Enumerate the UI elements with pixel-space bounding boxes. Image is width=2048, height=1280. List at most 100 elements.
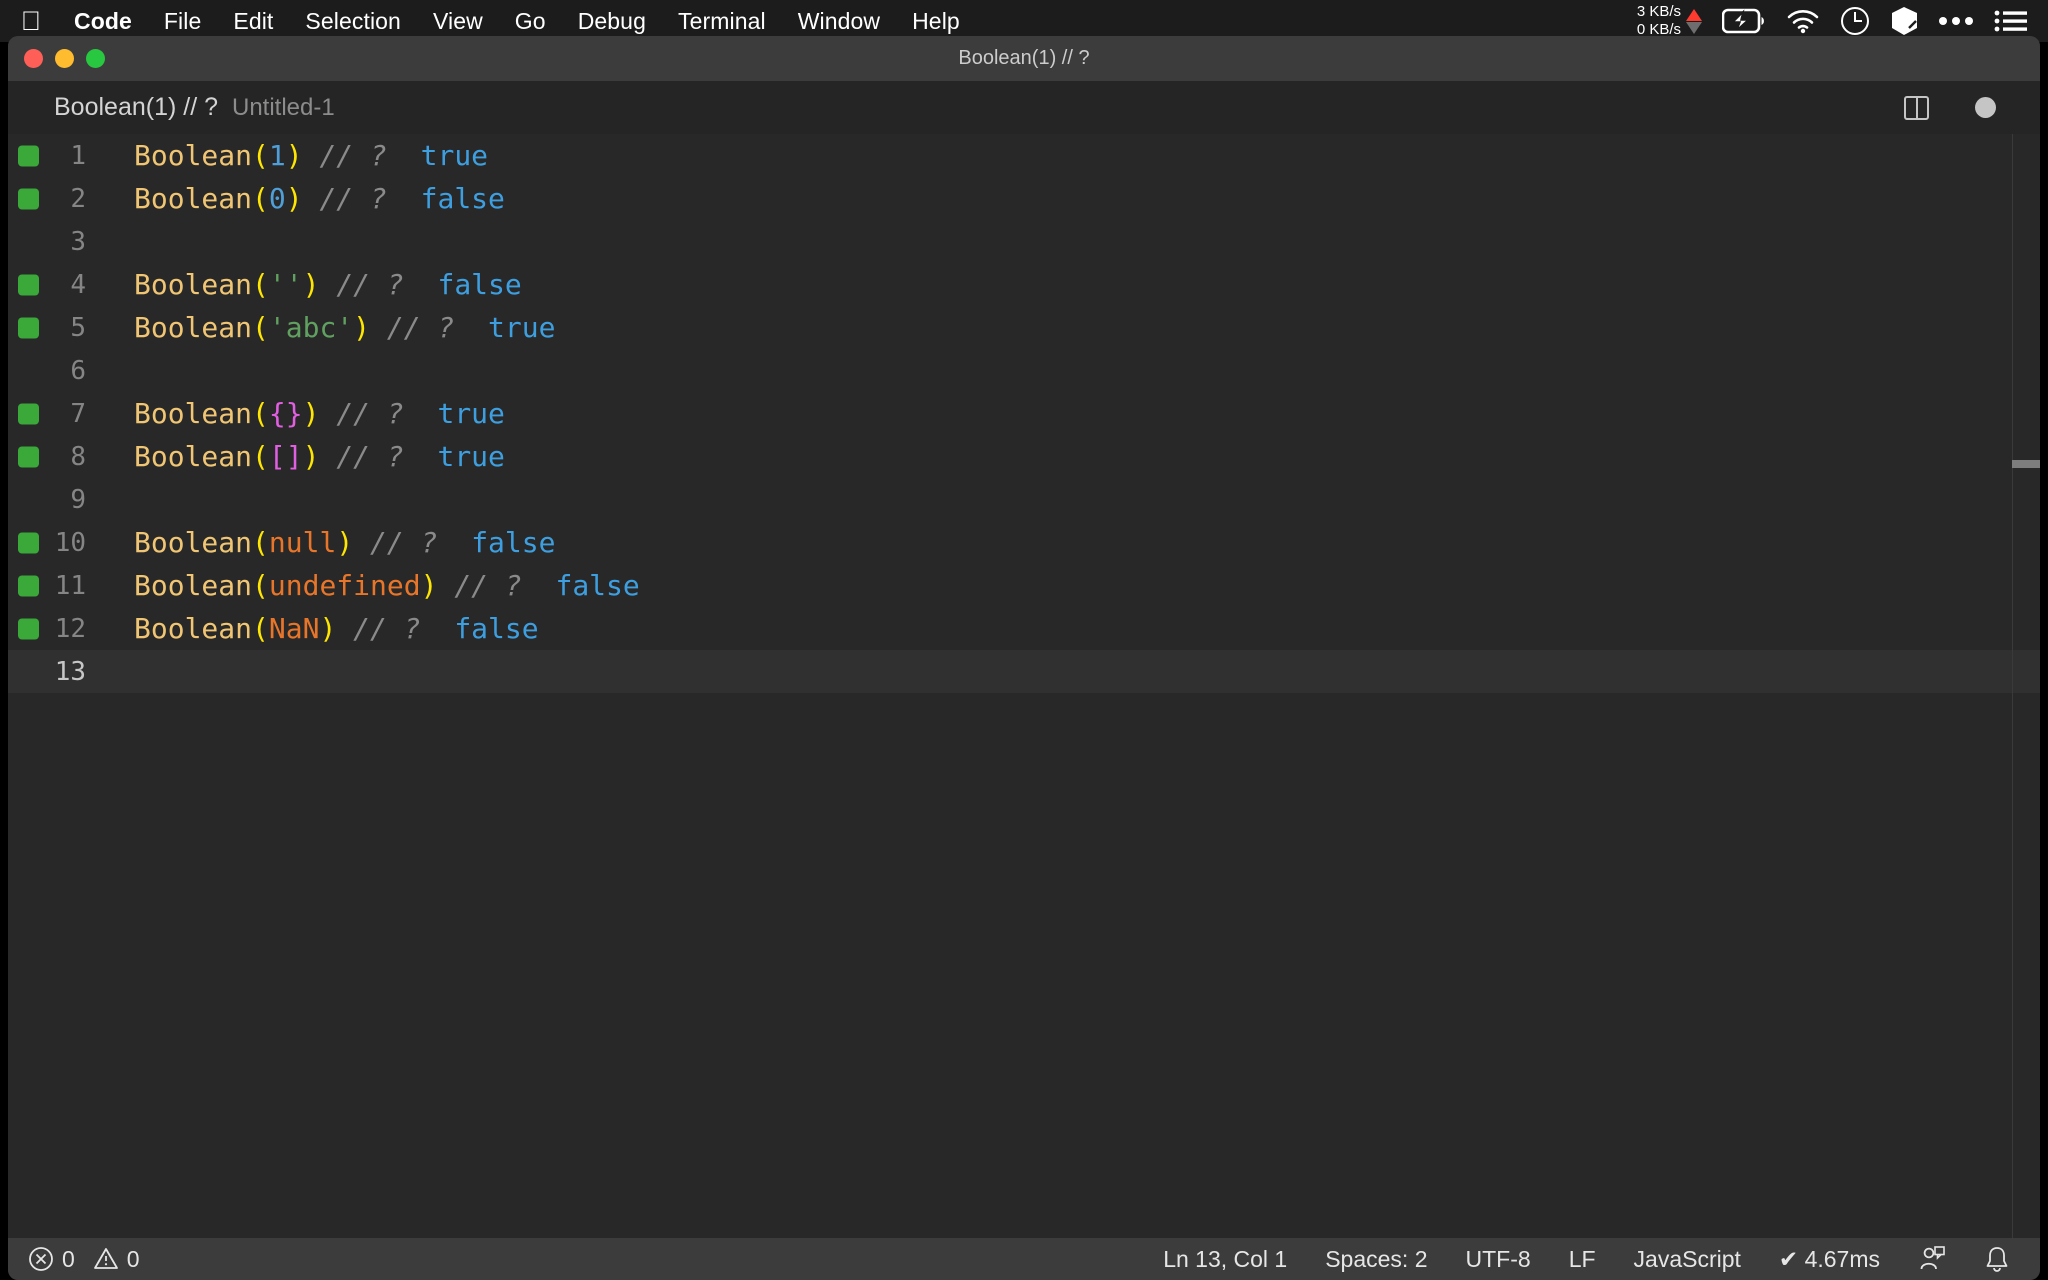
screen:  Code File Edit Selection View Go Debug… — [0, 0, 2048, 1280]
line-content: Boolean('abc') // ? true — [108, 311, 555, 344]
list-icon[interactable] — [1994, 9, 2028, 33]
close-button[interactable] — [24, 49, 43, 68]
window-titlebar: Boolean(1) // ? — [8, 36, 2040, 81]
code-token: Boolean — [134, 397, 252, 430]
code-line[interactable]: 8Boolean([]) // ? true — [8, 435, 2040, 478]
warning-icon — [93, 1246, 119, 1272]
ellipsis-icon[interactable] — [1938, 15, 1974, 27]
code-line[interactable]: 5Boolean('abc') // ? true — [8, 306, 2040, 349]
code-line[interactable]: 3 — [8, 220, 2040, 263]
code-token: ) — [353, 311, 370, 344]
vscode-window: Boolean(1) // ? Boolean(1) // ? Untitled… — [8, 36, 2040, 1280]
menu-bar-items:  Code File Edit Selection View Go Debug… — [14, 4, 976, 38]
code-token: ) — [336, 526, 353, 559]
code-token: [] — [269, 440, 303, 473]
code-line[interactable]: 12Boolean(NaN) // ? false — [8, 607, 2040, 650]
language-mode[interactable]: JavaScript — [1634, 1246, 1741, 1273]
feedback-icon[interactable] — [1918, 1245, 1946, 1273]
code-line[interactable]: 6 — [8, 349, 2040, 392]
code-line[interactable]: 1Boolean(1) // ? true — [8, 134, 2040, 177]
menu-item-selection[interactable]: Selection — [289, 8, 417, 35]
network-speed-indicator[interactable]: 3 KB/s 0 KB/s — [1637, 3, 1702, 39]
code-line[interactable]: 2Boolean(0) // ? false — [8, 177, 2040, 220]
code-line[interactable]: 10Boolean(null) // ? false — [8, 521, 2040, 564]
editor-actions — [1904, 96, 2018, 120]
code-token: ( — [252, 268, 269, 301]
network-upload-rate: 3 KB/s — [1637, 3, 1681, 21]
code-token — [404, 440, 438, 473]
problems-status[interactable]: 0 0 — [28, 1246, 140, 1273]
code-token — [522, 569, 556, 602]
maximize-button[interactable] — [86, 49, 105, 68]
menu-bar-status-items: 3 KB/s 0 KB/s — [1637, 3, 2034, 39]
code-token — [437, 526, 471, 559]
code-token: true — [488, 311, 555, 344]
line-endings[interactable]: LF — [1569, 1246, 1596, 1273]
code-token: // ? — [319, 139, 386, 172]
cursor-position[interactable]: Ln 13, Col 1 — [1163, 1246, 1287, 1273]
line-number: 6 — [8, 356, 108, 386]
quokka-success-marker-icon — [18, 274, 39, 295]
window-controls — [24, 49, 105, 68]
upload-arrow-icon — [1686, 9, 1702, 21]
line-content: Boolean(0) // ? false — [108, 182, 505, 215]
menu-item-code[interactable]: Code — [58, 8, 148, 35]
code-token: ) — [303, 397, 320, 430]
code-token: // ? — [370, 526, 437, 559]
code-editor[interactable]: 1Boolean(1) // ? true2Boolean(0) // ? fa… — [8, 134, 2040, 1238]
menu-item-debug[interactable]: Debug — [562, 8, 662, 35]
quokka-runtime[interactable]: ✔ 4.67ms — [1779, 1246, 1880, 1273]
code-line[interactable]: 13 — [8, 650, 2040, 693]
menu-item-file[interactable]: File — [148, 8, 217, 35]
split-editor-icon[interactable] — [1904, 96, 1929, 120]
quokka-success-marker-icon — [18, 618, 39, 639]
code-token: true — [437, 440, 504, 473]
menu-item-view[interactable]: View — [417, 8, 499, 35]
error-count: 0 — [62, 1246, 75, 1273]
code-line[interactable]: 4Boolean('') // ? false — [8, 263, 2040, 306]
cube-icon[interactable] — [1890, 6, 1918, 36]
code-token: ) — [286, 182, 303, 215]
code-token — [404, 397, 438, 430]
download-arrow-icon — [1686, 22, 1702, 34]
menu-item-edit[interactable]: Edit — [217, 8, 289, 35]
status-bar-left: 0 0 — [28, 1246, 140, 1273]
editor-scrollbar[interactable] — [2012, 134, 2040, 1238]
unsaved-indicator-icon[interactable] — [1975, 97, 1996, 118]
code-token: ( — [252, 139, 269, 172]
apple-logo-icon[interactable]:  — [14, 4, 48, 38]
menu-item-go[interactable]: Go — [499, 8, 562, 35]
code-token: ( — [252, 526, 269, 559]
scrollbar-thumb[interactable] — [2012, 460, 2040, 468]
clock-icon[interactable] — [1840, 6, 1870, 36]
code-line[interactable]: 7Boolean({}) // ? true — [8, 392, 2040, 435]
code-token: null — [269, 526, 336, 559]
code-token: false — [454, 612, 538, 645]
minimize-button[interactable] — [55, 49, 74, 68]
code-token: Boolean — [134, 440, 252, 473]
bell-icon[interactable] — [1984, 1245, 2010, 1273]
status-bar-right: Ln 13, Col 1 Spaces: 2 UTF-8 LF JavaScri… — [1163, 1245, 2020, 1273]
window-title: Boolean(1) // ? — [8, 47, 2040, 70]
code-token: Boolean — [134, 569, 252, 602]
code-token: Boolean — [134, 612, 252, 645]
quokka-success-marker-icon — [18, 403, 39, 424]
line-number: 9 — [8, 485, 108, 515]
menu-item-window[interactable]: Window — [782, 8, 896, 35]
code-token: // ? — [336, 440, 403, 473]
code-line[interactable]: 11Boolean(undefined) // ? false — [8, 564, 2040, 607]
code-token: false — [437, 268, 521, 301]
code-token: ( — [252, 182, 269, 215]
wifi-icon[interactable] — [1786, 8, 1820, 34]
code-line[interactable]: 9 — [8, 478, 2040, 521]
code-token: ) — [303, 268, 320, 301]
tab-title[interactable]: Boolean(1) // ? — [54, 93, 218, 122]
code-token: ( — [252, 612, 269, 645]
code-token: NaN — [269, 612, 320, 645]
battery-charging-icon[interactable] — [1722, 8, 1766, 34]
file-encoding[interactable]: UTF-8 — [1466, 1246, 1531, 1273]
code-token: false — [421, 182, 505, 215]
menu-item-terminal[interactable]: Terminal — [662, 8, 782, 35]
indentation-setting[interactable]: Spaces: 2 — [1325, 1246, 1427, 1273]
menu-item-help[interactable]: Help — [896, 8, 976, 35]
